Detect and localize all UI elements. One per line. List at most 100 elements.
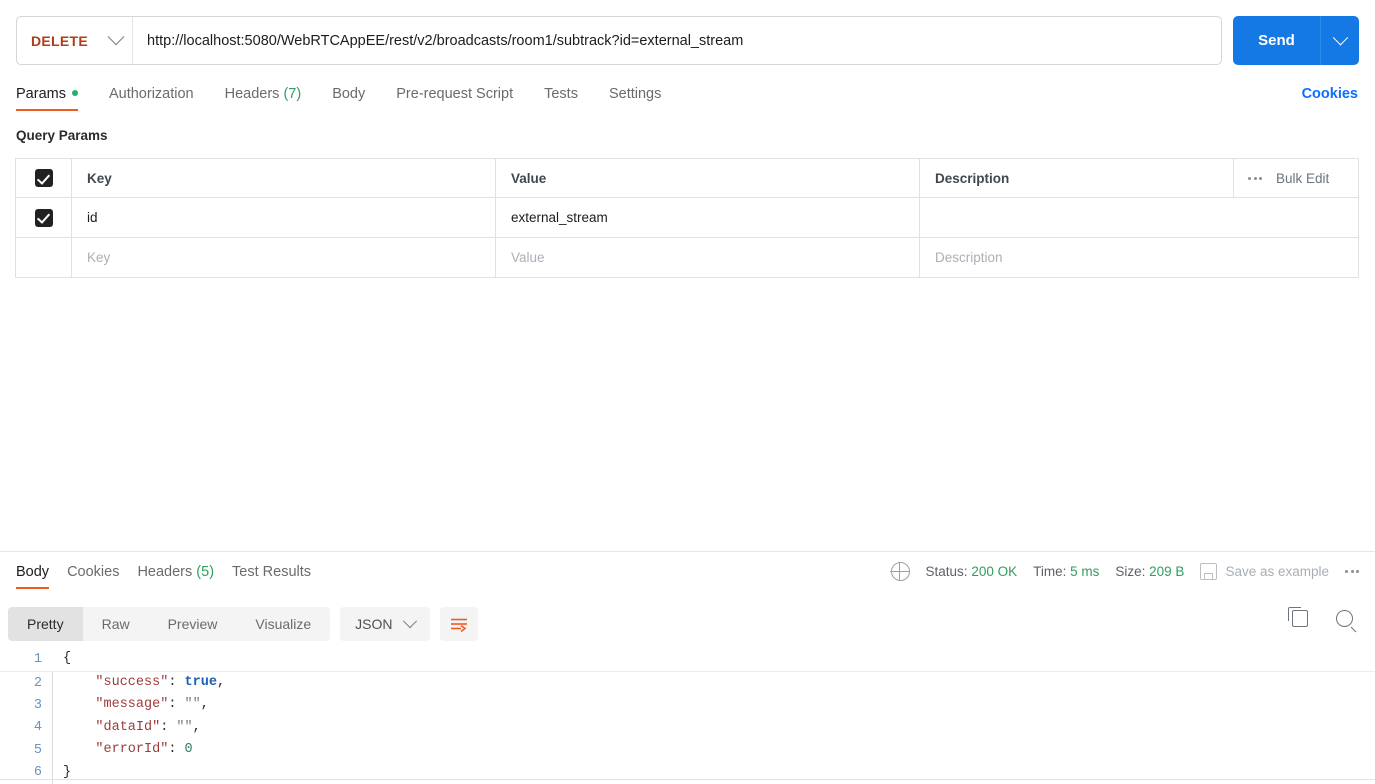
url-input[interactable] [133, 31, 1221, 50]
new-row-checkbox-cell [16, 238, 72, 277]
time-value: 5 ms [1070, 564, 1100, 579]
header-value-cell: Value [496, 159, 920, 197]
code-line-text[interactable]: "errorId": 0 [52, 739, 1375, 762]
row-enabled-checkbox[interactable] [34, 208, 53, 227]
word-wrap-button[interactable] [439, 607, 478, 641]
word-wrap-icon [450, 618, 467, 632]
send-button[interactable]: Send [1233, 16, 1320, 65]
status-label: Status: [925, 564, 968, 579]
header-value-label: Value [511, 170, 547, 186]
tab-authorization[interactable]: Authorization [109, 80, 194, 111]
size-indicator[interactable]: Size: 209 B [1115, 564, 1184, 579]
code-line: 2 "success": true, [0, 672, 1375, 695]
header-key-label: Key [87, 170, 112, 186]
tab-pre-request-script[interactable]: Pre-request Script [396, 80, 513, 111]
response-body-toolbar: Pretty Raw Preview Visualize JSON [0, 604, 1375, 644]
time-indicator[interactable]: Time: 5 ms [1033, 564, 1099, 579]
size-value: 209 B [1149, 564, 1185, 579]
row-key-cell[interactable]: id [72, 198, 496, 237]
size-label: Size: [1115, 564, 1146, 579]
code-line-text[interactable]: } [52, 761, 1375, 784]
http-method-selector[interactable]: DELETE [17, 17, 134, 64]
code-line: 1{ [0, 648, 1375, 672]
row-checkbox-cell [16, 198, 72, 237]
new-row-key-placeholder: Key [87, 250, 111, 265]
response-language-selector[interactable]: JSON [340, 607, 430, 641]
line-number: 4 [33, 720, 42, 736]
tab-params[interactable]: Params [16, 80, 78, 111]
tab-body-label: Body [332, 86, 366, 102]
new-row-description-placeholder: Description [935, 250, 1003, 265]
code-line-text[interactable]: "dataId": "", [52, 716, 1375, 740]
header-key-cell: Key [72, 159, 496, 197]
send-options-button[interactable] [1320, 16, 1359, 65]
request-tab-bar: Params Authorization Headers (7) Body Pr… [0, 80, 1375, 113]
status-indicator[interactable]: Status: 200 OK [926, 564, 1018, 579]
new-row-description-cell[interactable]: Description [920, 238, 1358, 277]
query-params-title: Query Params [16, 128, 108, 143]
response-tab-cookies[interactable]: Cookies [58, 558, 128, 589]
url-bar: DELETE [16, 16, 1222, 65]
cookies-link[interactable]: Cookies [1302, 86, 1358, 102]
save-as-example-label: Save as example [1225, 564, 1329, 579]
response-tab-body-label: Body [16, 564, 50, 580]
tab-headers[interactable]: Headers (7) [225, 80, 302, 111]
header-description-cell: Description [920, 159, 1233, 197]
floppy-disk-icon [1200, 563, 1218, 580]
new-row-value-cell[interactable]: Value [496, 238, 920, 277]
bulk-edit-button[interactable]: Bulk Edit [1276, 171, 1329, 186]
chevron-down-icon [1332, 29, 1348, 46]
code-line-text[interactable]: "message": "", [52, 694, 1375, 717]
tab-body[interactable]: Body [332, 80, 365, 111]
chevron-down-icon [402, 614, 417, 629]
request-url-row: DELETE Send [0, 0, 1375, 80]
view-mode-preview[interactable]: Preview [149, 607, 237, 641]
response-more-horizontal-icon[interactable] [1345, 570, 1359, 573]
save-as-example-button[interactable]: Save as example [1200, 563, 1329, 580]
response-body-actions [1288, 607, 1353, 627]
new-row-value-placeholder: Value [511, 250, 545, 265]
globe-icon [890, 561, 910, 582]
unsaved-dot-icon [71, 90, 78, 96]
response-tab-headers[interactable]: Headers (5) [128, 558, 223, 589]
row-description-cell[interactable] [920, 198, 1358, 237]
response-meta-bar: Status: 200 OK Time: 5 ms Size: 209 B Sa… [890, 561, 1359, 582]
search-icon[interactable] [1336, 610, 1353, 627]
view-mode-raw[interactable]: Raw [83, 607, 149, 641]
more-horizontal-icon[interactable] [1248, 176, 1262, 180]
status-value: 200 OK [971, 564, 1018, 579]
new-row-key-cell[interactable]: Key [72, 238, 496, 277]
http-method-label: DELETE [31, 32, 89, 49]
tab-tests-label: Tests [544, 86, 578, 102]
time-label: Time: [1033, 564, 1067, 579]
new-row-enabled-checkbox[interactable] [35, 249, 53, 267]
line-number: 1 [33, 652, 42, 667]
chevron-down-icon [107, 27, 125, 45]
response-tab-test-results[interactable]: Test Results [223, 558, 320, 589]
response-language-label: JSON [355, 616, 393, 632]
code-line-text[interactable]: "success": true, [52, 672, 1375, 695]
tab-settings[interactable]: Settings [609, 80, 661, 111]
line-number: 6 [33, 765, 42, 781]
table-row: id external_stream [16, 198, 1358, 238]
row-value-cell[interactable]: external_stream [496, 198, 920, 237]
code-line-text[interactable]: { [52, 648, 1375, 670]
select-all-cell [16, 159, 72, 197]
response-tab-body[interactable]: Body [7, 558, 58, 589]
tab-headers-label: Headers [224, 86, 280, 102]
view-mode-visualize[interactable]: Visualize [236, 607, 330, 641]
view-mode-pretty[interactable]: Pretty [8, 607, 83, 641]
table-actions-cell: Bulk Edit [1233, 159, 1358, 197]
send-button-group: Send [1233, 16, 1359, 65]
tab-tests[interactable]: Tests [544, 80, 578, 111]
table-row-new: Key Value Description [16, 238, 1358, 278]
copy-icon[interactable] [1288, 607, 1308, 627]
tab-params-label: Params [16, 86, 66, 102]
select-all-checkbox[interactable] [34, 169, 53, 187]
line-number: 5 [33, 742, 42, 758]
response-body-code-editor[interactable]: 1{2 "success": true, 3 "message": "", 4 "d… [0, 648, 1375, 784]
response-tab-test-results-label: Test Results [232, 564, 312, 580]
query-params-table: Key Value Description Bulk Edit id exter… [15, 158, 1359, 278]
code-line: 4 "dataId": "", [0, 716, 1375, 740]
row-key-value: id [87, 210, 98, 225]
